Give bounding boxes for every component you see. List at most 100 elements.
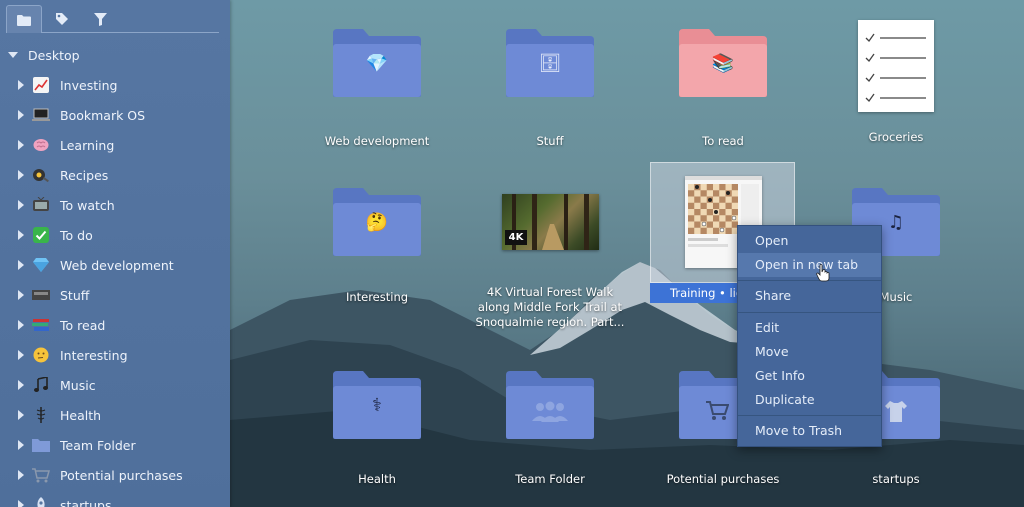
menu-separator [738, 312, 881, 313]
sidebar-item-label: To do [60, 227, 93, 243]
sidebar-item-bookmark-os[interactable]: Bookmark OS [0, 100, 230, 130]
sidebar-item-health[interactable]: Health [0, 400, 230, 430]
sidebar-item-learning[interactable]: Learning [0, 130, 230, 160]
tile-label: Potential purchases [666, 472, 780, 486]
caret-right-icon[interactable] [18, 290, 24, 300]
sidebar-item-label: Health [60, 407, 102, 423]
music-note-icon [32, 376, 50, 394]
brain-icon [32, 136, 50, 154]
tab-filters[interactable] [82, 5, 118, 33]
menu-item-move-to-trash[interactable]: Move to Trash [738, 419, 881, 443]
sidebar-item-to-do[interactable]: To do [0, 220, 230, 250]
menu-item-share[interactable]: Share [738, 284, 881, 308]
caret-right-icon[interactable] [18, 500, 24, 507]
tile-label: Web development [324, 134, 430, 148]
caret-right-icon[interactable] [18, 170, 24, 180]
rocket-icon [32, 496, 50, 507]
caret-right-icon[interactable] [18, 320, 24, 330]
caret-right-icon[interactable] [18, 410, 24, 420]
sidebar-item-startups[interactable]: startups [0, 490, 230, 507]
sidebar-item-label: Recipes [60, 167, 109, 183]
sidebar-item-team-folder[interactable]: Team Folder [0, 430, 230, 460]
folder-icon [504, 369, 596, 441]
thinking-face-icon [32, 346, 50, 364]
tree-root-label: Desktop [28, 47, 80, 63]
tab-folders[interactable] [6, 5, 42, 33]
tv-icon [32, 196, 50, 214]
sidebar-item-label: Stuff [60, 287, 90, 303]
caret-right-icon[interactable] [18, 350, 24, 360]
cart-icon [705, 399, 729, 421]
sidebar-item-label: Investing [60, 77, 118, 93]
books-icon [32, 316, 50, 334]
caret-down-icon[interactable] [8, 52, 18, 58]
sidebar-item-label: Bookmark OS [60, 107, 146, 123]
team-icon [532, 401, 568, 423]
caduceus-icon: ⚕ [372, 395, 382, 416]
caret-right-icon[interactable] [18, 200, 24, 210]
folder-icon: 💎 [331, 27, 423, 99]
menu-item-get-info[interactable]: Get Info [738, 364, 881, 388]
sidebar-item-stuff[interactable]: Stuff [0, 280, 230, 310]
sidebar-item-label: Team Folder [60, 437, 136, 453]
check-mark-icon [32, 226, 50, 244]
sidebar-item-label: To watch [60, 197, 115, 213]
sidebar-item-web-development[interactable]: Web development [0, 250, 230, 280]
video-thumbnail: 4K [502, 194, 599, 250]
sidebar-item-label: Web development [60, 257, 174, 273]
sidebar-item-label: Potential purchases [60, 467, 183, 483]
menu-item-open-in-new-tab[interactable]: Open in new tab [738, 253, 881, 277]
folder-icon: 🗄 [504, 27, 596, 99]
sidebar-item-investing[interactable]: Investing [0, 70, 230, 100]
sidebar-item-music[interactable]: Music [0, 370, 230, 400]
box-icon: 🗄 [538, 53, 562, 74]
caret-right-icon[interactable] [18, 470, 24, 480]
caret-right-icon[interactable] [18, 80, 24, 90]
tab-tags[interactable] [44, 5, 80, 33]
filter-icon [93, 12, 107, 26]
sidebar-item-to-read[interactable]: To read [0, 310, 230, 340]
caduceus-icon [32, 406, 50, 424]
menu-separator [738, 415, 881, 416]
caret-right-icon[interactable] [18, 110, 24, 120]
sidebar-item-to-watch[interactable]: To watch [0, 190, 230, 220]
sidebar-item-label: Music [60, 377, 96, 393]
sidebar: Desktop Investing Bookmark OS Learning R… [0, 0, 230, 507]
tile-label: Interesting [345, 290, 409, 304]
folder-icon [32, 436, 50, 454]
sidebar-item-label: To read [60, 317, 106, 333]
sidebar-item-interesting[interactable]: Interesting [0, 340, 230, 370]
folder-icon: ⚕ [331, 369, 423, 441]
menu-item-move[interactable]: Move [738, 340, 881, 364]
caret-right-icon[interactable] [18, 440, 24, 450]
4k-badge: 4K [505, 230, 527, 245]
caret-right-icon[interactable] [18, 140, 24, 150]
sidebar-item-potential-purchases[interactable]: Potential purchases [0, 460, 230, 490]
menu-item-edit[interactable]: Edit [738, 316, 881, 340]
tile-label: To read [702, 134, 744, 148]
shirt-icon [884, 399, 908, 423]
tile-label: Stuff [536, 134, 564, 148]
caret-right-icon[interactable] [18, 380, 24, 390]
frying-pan-icon [32, 166, 50, 184]
sidebar-item-recipes[interactable]: Recipes [0, 160, 230, 190]
folder-icon: 📚 [677, 27, 769, 99]
tile-label: startups [872, 472, 920, 486]
cart-icon [32, 466, 50, 484]
caret-right-icon[interactable] [18, 230, 24, 240]
tile-label: Groceries [868, 130, 924, 144]
menu-item-open[interactable]: Open [738, 229, 881, 253]
sidebar-item-label: Interesting [60, 347, 128, 363]
tree-root-desktop[interactable]: Desktop [0, 40, 230, 70]
hand-cursor-icon [816, 264, 830, 286]
menu-item-duplicate[interactable]: Duplicate [738, 388, 881, 412]
folder-tree: Desktop Investing Bookmark OS Learning R… [0, 40, 230, 507]
books-icon: 📚 [711, 53, 735, 74]
thinking-face-icon: 🤔 [365, 212, 389, 233]
tile-label: Health [358, 472, 396, 486]
caret-right-icon[interactable] [18, 260, 24, 270]
sidebar-item-label: Learning [60, 137, 115, 153]
context-menu: Open Open in new tab Share Edit Move Get… [737, 225, 882, 447]
tile-label: 4K Virtual Forest Walk along Middle Fork… [475, 285, 625, 329]
folder-icon [17, 14, 31, 26]
